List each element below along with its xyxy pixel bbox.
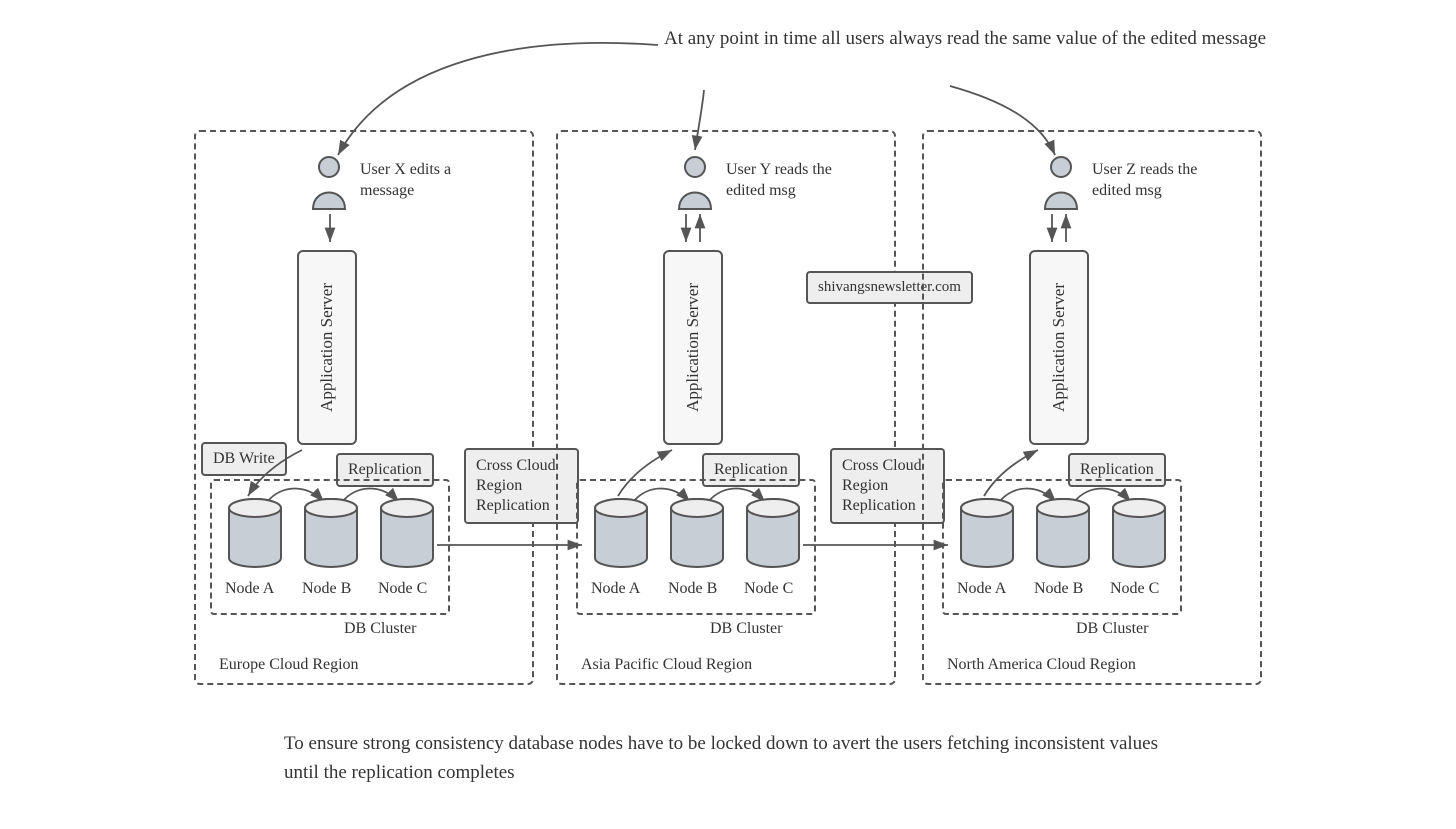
node-na-b-label: Node B: [1034, 580, 1083, 598]
user-z-label: User Z reads the edited msg: [1092, 160, 1232, 202]
node-eu-c-cyl: [378, 498, 436, 570]
chip-cross-repl-2-l3: Replication: [842, 497, 916, 514]
node-eu-a-label: Node A: [225, 580, 274, 598]
node-eu-b-cyl: [302, 498, 360, 570]
node-na-c-cyl: [1110, 498, 1168, 570]
user-y-icon: [673, 155, 717, 211]
node-ap-a-cyl: [592, 498, 650, 570]
chip-cross-repl-1-l1: Cross Cloud: [476, 457, 556, 474]
app-server-eu-label: Application Server: [317, 283, 337, 412]
node-ap-c-label: Node C: [744, 580, 793, 598]
chip-cross-repl-1-l2: Region: [476, 477, 522, 494]
db-cluster-na-label: DB Cluster: [1076, 620, 1148, 638]
node-eu-a-cyl: [226, 498, 284, 570]
chip-db-write: DB Write: [201, 442, 287, 476]
node-eu-b-label: Node B: [302, 580, 351, 598]
node-ap-b-label: Node B: [668, 580, 717, 598]
db-cluster-ap-label: DB Cluster: [710, 620, 782, 638]
node-na-a-cyl: [958, 498, 1016, 570]
user-z-icon: [1039, 155, 1083, 211]
region-europe-label: Europe Cloud Region: [219, 656, 359, 674]
node-eu-c-label: Node C: [378, 580, 427, 598]
app-server-ap: Application Server: [663, 250, 723, 445]
user-x-label: User X edits a message: [360, 160, 490, 202]
node-ap-b-cyl: [668, 498, 726, 570]
top-note: At any point in time all users always re…: [664, 25, 1284, 54]
chip-cross-repl-2-l1: Cross Cloud: [842, 457, 922, 474]
user-y-label: User Y reads the edited msg: [726, 160, 866, 202]
node-na-c-label: Node C: [1110, 580, 1159, 598]
app-server-na-label: Application Server: [1049, 283, 1069, 412]
chip-cross-repl-2-l2: Region: [842, 477, 888, 494]
diagram-canvas: At any point in time all users always re…: [0, 0, 1456, 829]
node-na-a-label: Node A: [957, 580, 1006, 598]
region-ap-label: Asia Pacific Cloud Region: [581, 656, 752, 674]
node-ap-a-label: Node A: [591, 580, 640, 598]
region-na-label: North America Cloud Region: [947, 656, 1136, 674]
node-ap-c-cyl: [744, 498, 802, 570]
app-server-na: Application Server: [1029, 250, 1089, 445]
app-server-eu: Application Server: [297, 250, 357, 445]
chip-cross-repl-1-l3: Replication: [476, 497, 550, 514]
bottom-note: To ensure strong consistency database no…: [284, 730, 1184, 787]
user-x-icon: [307, 155, 351, 211]
db-cluster-eu-label: DB Cluster: [344, 620, 416, 638]
app-server-ap-label: Application Server: [683, 283, 703, 412]
node-na-b-cyl: [1034, 498, 1092, 570]
